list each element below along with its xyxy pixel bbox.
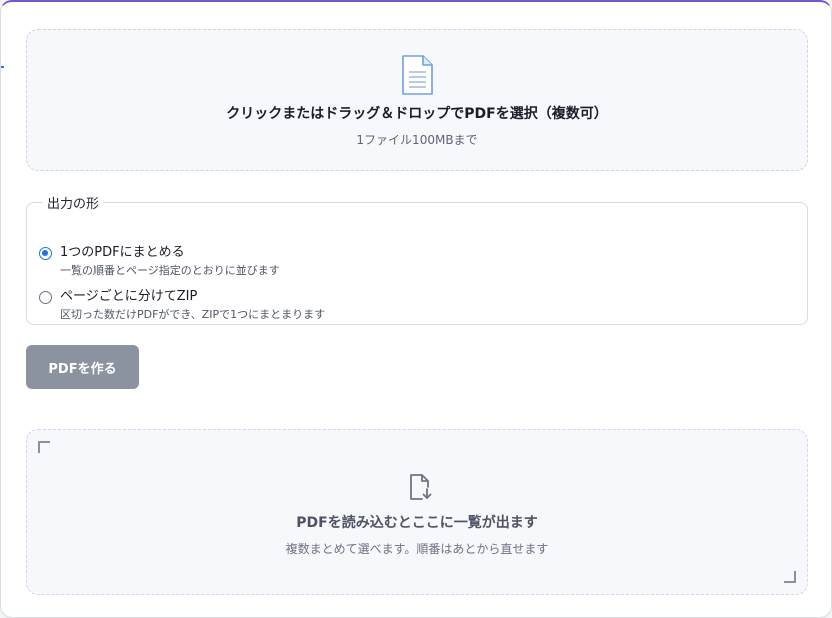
option-description: 一覧の順番とページ指定のとおりに並びます <box>60 264 280 277</box>
document-icon <box>402 55 433 95</box>
pdf-dropzone[interactable]: クリックまたはドラッグ＆ドロップでPDFを選択（複数可） 1ファイル100MBま… <box>26 29 808 171</box>
empty-state-hint: 複数まとめて選べます。順番はあとから直せます <box>285 542 549 556</box>
corner-bracket-icon <box>784 571 796 583</box>
make-pdf-button[interactable]: PDFを作る <box>26 345 139 389</box>
radio-merge[interactable] <box>39 247 52 260</box>
empty-state-title: PDFを読み込むとここに一覧が出ます <box>296 515 538 531</box>
main-card: クリックまたはドラッグ＆ドロップでPDFを選択（複数可） 1ファイル100MBま… <box>0 0 832 618</box>
radio-split[interactable] <box>39 291 52 304</box>
option-merge-single-pdf[interactable]: 1つのPDFにまとめる 一覧の順番とページ指定のとおりに並びます <box>39 244 280 278</box>
file-list-empty-state: PDFを読み込むとここに一覧が出ます 複数まとめて選べます。順番はあとから直せま… <box>26 429 808 595</box>
corner-bracket-icon <box>38 441 50 453</box>
dropzone-title: クリックまたはドラッグ＆ドロップでPDFを選択（複数可） <box>226 106 608 122</box>
document-download-icon <box>410 474 432 500</box>
option-label: 1つのPDFにまとめる <box>60 245 185 260</box>
option-split-zip[interactable]: ページごとに分けてZIP 区切った数だけPDFができ、ZIPで1つにまとまります <box>39 288 325 322</box>
output-format-legend: 出力の形 <box>47 197 100 212</box>
dropzone-limit: 1ファイル100MBまで <box>356 133 478 147</box>
option-label: ページごとに分けてZIP <box>60 289 198 304</box>
option-description: 区切った数だけPDFができ、ZIPで1つにまとまります <box>60 308 326 321</box>
output-format-group: 出力の形 1つのPDFにまとめる 一覧の順番とページ指定のとおりに並びます ペー… <box>26 193 808 325</box>
edge-marker <box>1 66 4 68</box>
